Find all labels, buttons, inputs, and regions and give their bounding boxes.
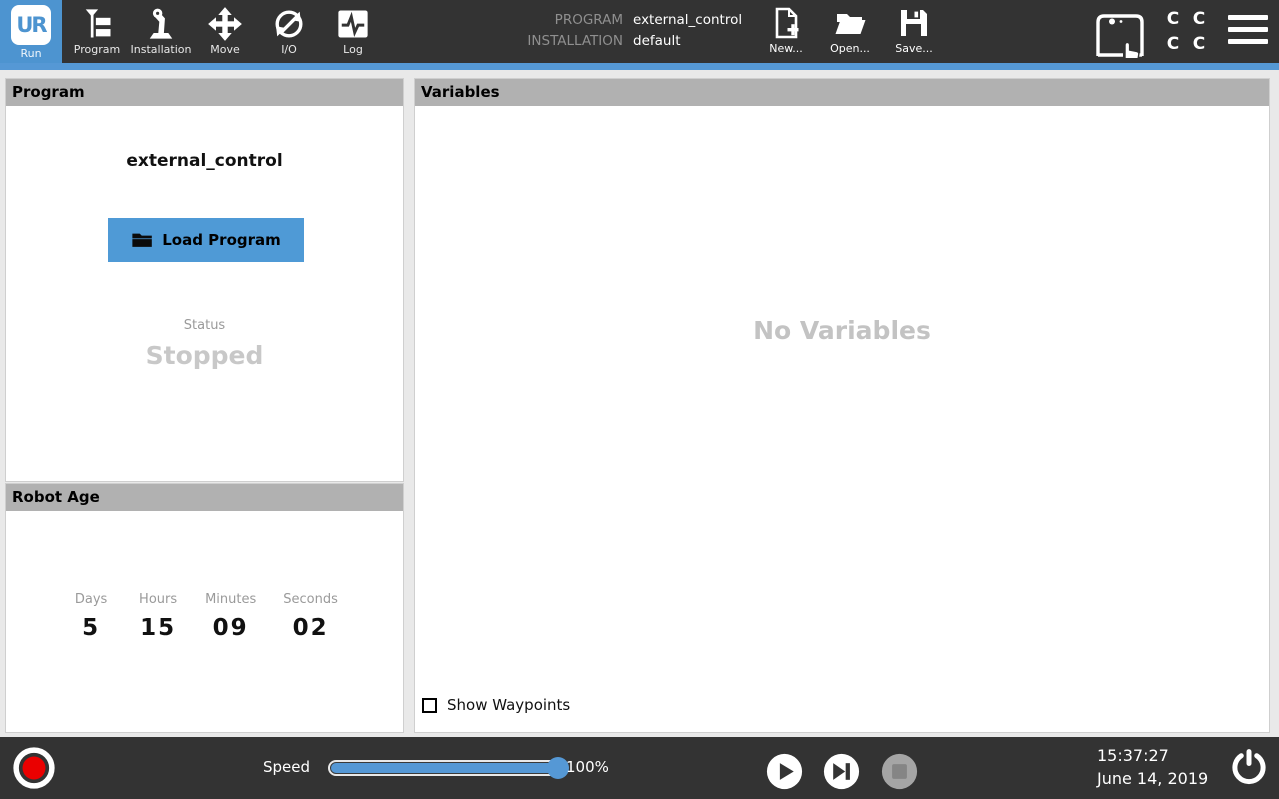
- loaded-program-name: external_control: [6, 151, 403, 171]
- cc-letter: C: [1186, 33, 1212, 56]
- cc-letter: C: [1160, 33, 1186, 56]
- stop-button[interactable]: [881, 753, 918, 790]
- tab-log-label: Log: [343, 43, 363, 56]
- play-button[interactable]: [766, 753, 803, 790]
- move-arrows-icon: [207, 6, 243, 42]
- step-icon: [823, 753, 860, 790]
- tab-program-label: Program: [74, 43, 120, 56]
- teach-pendant-icon: [1093, 12, 1147, 58]
- top-header-bar: UR Run Program Installation: [0, 0, 1279, 63]
- open-button-label: Open...: [830, 42, 870, 55]
- new-file-icon: [770, 7, 802, 39]
- save-floppy-icon: [898, 7, 930, 39]
- load-program-label: Load Program: [162, 231, 281, 249]
- variables-panel: Variables No Variables Show Waypoints: [414, 78, 1270, 733]
- file-actions: New... Open... Save...: [754, 5, 946, 61]
- show-waypoints-toggle[interactable]: Show Waypoints: [422, 696, 570, 714]
- folder-icon: [131, 229, 153, 251]
- header-tabs: Program Installation Move: [65, 0, 385, 63]
- tab-program[interactable]: Program: [65, 0, 129, 63]
- speed-slider-fill: [331, 763, 557, 773]
- program-panel: Program external_control Load Program St…: [5, 78, 404, 482]
- open-folder-icon: [834, 7, 866, 39]
- new-button-label: New...: [769, 42, 802, 55]
- tab-move-label: Move: [210, 43, 240, 56]
- variables-panel-title: Variables: [415, 79, 1269, 106]
- tab-log[interactable]: Log: [321, 0, 385, 63]
- age-days: Days 5: [71, 592, 111, 641]
- log-monitor-icon: [335, 6, 371, 42]
- speed-value: 100%: [566, 758, 609, 776]
- initialize-robot-button[interactable]: [12, 746, 56, 790]
- installation-value: default: [633, 33, 742, 49]
- age-minutes: Minutes 09: [205, 592, 256, 641]
- show-waypoints-label: Show Waypoints: [447, 696, 570, 714]
- new-button[interactable]: New...: [754, 5, 818, 61]
- tab-run-label: Run: [20, 47, 41, 60]
- show-waypoints-checkbox[interactable]: [422, 698, 437, 713]
- program-tree-icon: [79, 6, 115, 42]
- program-value: external_control: [633, 12, 742, 28]
- bottom-control-bar: Speed 100% 15:37:27 June 14, 2019: [0, 737, 1279, 799]
- tab-run[interactable]: UR Run: [0, 0, 62, 63]
- installation-label: INSTALLATION: [525, 33, 623, 49]
- robot-age-panel: Robot Age Days 5 Hours 15 Minutes 09 Sec…: [5, 483, 404, 733]
- program-label: PROGRAM: [525, 12, 623, 28]
- tab-io[interactable]: I/O: [257, 0, 321, 63]
- io-cycle-icon: [271, 6, 307, 42]
- save-button[interactable]: Save...: [882, 5, 946, 61]
- tab-installation-label: Installation: [131, 43, 192, 56]
- header-accent-stripe: [0, 63, 1279, 70]
- save-button-label: Save...: [895, 42, 933, 55]
- load-program-button[interactable]: Load Program: [108, 218, 304, 262]
- loaded-file-info: PROGRAM external_control INSTALLATION de…: [525, 12, 742, 49]
- status-label: Status: [6, 318, 403, 333]
- power-icon: [1229, 748, 1269, 788]
- time-text: 15:37:27: [1097, 744, 1208, 767]
- teach-pendant-button[interactable]: [1093, 12, 1147, 58]
- open-button[interactable]: Open...: [818, 5, 882, 61]
- power-button[interactable]: [1229, 748, 1269, 788]
- age-hours: Hours 15: [138, 592, 178, 641]
- ur-logo: UR: [11, 5, 51, 45]
- step-button[interactable]: [823, 753, 860, 790]
- cc-letter: C: [1160, 8, 1186, 31]
- tab-move[interactable]: Move: [193, 0, 257, 63]
- record-red-icon: [12, 746, 56, 790]
- clock-display: 15:37:27 June 14, 2019: [1097, 744, 1208, 790]
- robot-age-counters: Days 5 Hours 15 Minutes 09 Seconds 02: [6, 592, 403, 641]
- cc-status-indicator: C C C C: [1160, 8, 1212, 56]
- tab-io-label: I/O: [281, 43, 297, 56]
- date-text: June 14, 2019: [1097, 767, 1208, 790]
- cc-letter: C: [1186, 8, 1212, 31]
- play-icon: [766, 753, 803, 790]
- hamburger-menu-button[interactable]: [1228, 15, 1268, 49]
- speed-slider[interactable]: [328, 760, 560, 776]
- tab-installation[interactable]: Installation: [129, 0, 193, 63]
- status-value: Stopped: [6, 341, 403, 370]
- age-seconds: Seconds 02: [283, 592, 338, 641]
- program-panel-title: Program: [6, 79, 403, 106]
- speed-label: Speed: [263, 758, 310, 776]
- no-variables-message: No Variables: [415, 316, 1269, 345]
- hamburger-menu-icon: [1228, 15, 1268, 20]
- stop-icon: [881, 753, 918, 790]
- robot-arm-icon: [143, 6, 179, 42]
- robot-age-panel-title: Robot Age: [6, 484, 403, 511]
